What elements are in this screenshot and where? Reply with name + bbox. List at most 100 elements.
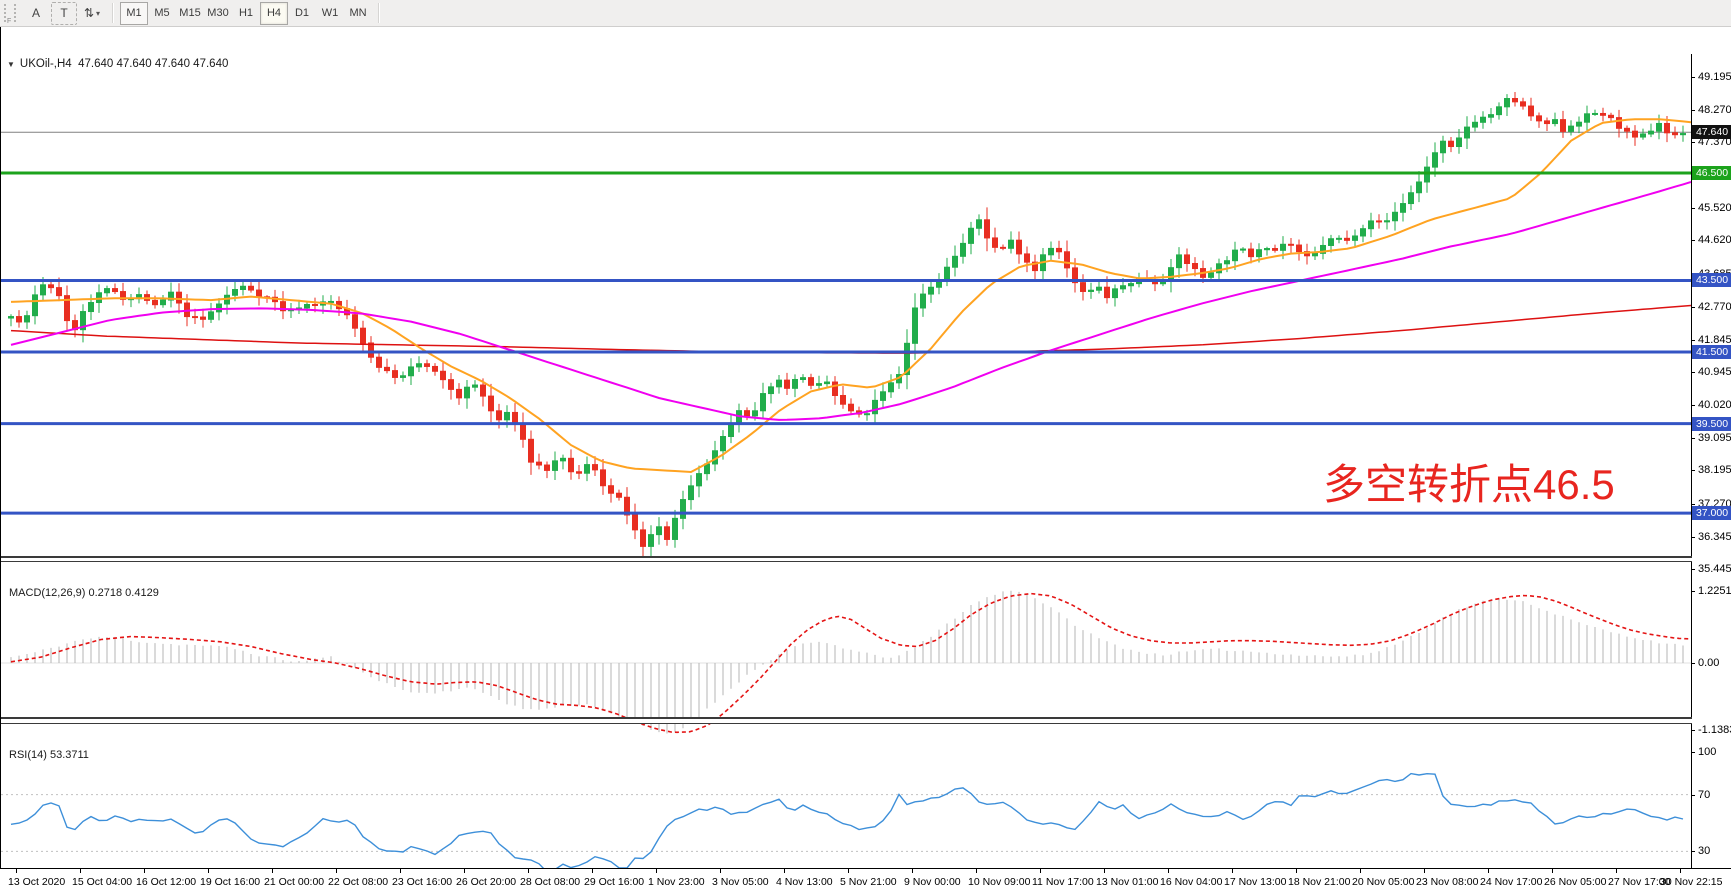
timeframe-button-m30[interactable]: M30: [204, 2, 232, 25]
rsi-value: 53.3711: [50, 749, 89, 761]
time-tick-label: 3 Nov 05:00: [712, 876, 769, 888]
axis-tick: [1691, 504, 1695, 505]
time-tick-label: 28 Oct 08:00: [520, 876, 580, 888]
macd-indicator-label: MACD(12,26,9) 0.2718 0.4129: [9, 587, 159, 599]
time-tick-label: 4 Nov 13:00: [776, 876, 833, 888]
time-tick-label: 18 Nov 21:00: [1288, 876, 1350, 888]
time-tick: [1296, 869, 1297, 873]
time-tick-label: 30 Nov 22:15: [1660, 876, 1722, 888]
cursor-tools-icon: ⇅: [84, 6, 94, 20]
axis-tick-label: 40.945: [1698, 366, 1731, 378]
toolbar-drag-handle-icon[interactable]: F: [4, 4, 16, 22]
timeframe-button-m1[interactable]: M1: [120, 2, 148, 25]
axis-tick: [1691, 851, 1695, 852]
axis-tick-label: 35.445: [1698, 563, 1731, 575]
axis-tick: [1691, 591, 1695, 592]
axis-tick-label: 41.845: [1698, 334, 1731, 346]
axis-tick: [1691, 307, 1695, 308]
time-tick: [1360, 869, 1361, 873]
axis-tick-label: 44.620: [1698, 234, 1731, 246]
axis-tick-label: 100: [1698, 746, 1716, 758]
axis-tick: [1691, 372, 1695, 373]
axis-tick-label: 39.095: [1698, 432, 1731, 444]
time-tick: [1104, 869, 1105, 873]
time-tick: [208, 869, 209, 873]
ohlc-quote-values: 47.640 47.640 47.640 47.640: [78, 58, 228, 70]
chart-area[interactable]: ▼UKOil-,H4 47.640 47.640 47.640 47.640 M…: [0, 27, 1731, 895]
axis-tick-label: 40.020: [1698, 399, 1731, 411]
text-tool-icon: T: [60, 6, 67, 20]
time-tick-label: 17 Nov 13:00: [1224, 876, 1286, 888]
font-tool-button[interactable]: A: [23, 2, 49, 25]
axis-tick: [1691, 752, 1695, 753]
axis-tick: [1691, 470, 1695, 471]
time-tick: [80, 869, 81, 873]
font-tool-icon: A: [32, 6, 40, 20]
axis-tick: [1691, 569, 1695, 570]
time-tick: [1552, 869, 1553, 873]
timeframe-button-m5[interactable]: M5: [148, 2, 176, 25]
axis-tick: [1691, 110, 1695, 111]
time-tick-label: 13 Nov 01:00: [1096, 876, 1158, 888]
time-tick: [656, 869, 657, 873]
time-tick: [1168, 869, 1169, 873]
price-level-badge: 47.640: [1692, 125, 1731, 139]
time-axis[interactable]: 13 Oct 202015 Oct 04:0016 Oct 12:0019 Oc…: [0, 868, 1731, 895]
time-tick-label: 13 Oct 2020: [8, 876, 65, 888]
axis-tick-label: 45.520: [1698, 202, 1731, 214]
axis-tick: [1691, 142, 1695, 143]
axis-tick: [1691, 438, 1695, 439]
time-tick-label: 16 Oct 12:00: [136, 876, 196, 888]
timeframe-button-group: M1M5M15M30H1H4D1W1MN: [120, 2, 372, 25]
time-tick: [272, 869, 273, 873]
time-tick: [784, 869, 785, 873]
time-tick: [400, 869, 401, 873]
price-axis-border: [1691, 54, 1692, 895]
time-tick-label: 10 Nov 09:00: [968, 876, 1030, 888]
text-tool-button[interactable]: T: [51, 2, 77, 25]
price-level-badge: 37.000: [1692, 506, 1731, 520]
time-tick-label: 20 Nov 05:00: [1352, 876, 1414, 888]
time-tick: [592, 869, 593, 873]
time-tick-label: 24 Nov 17:00: [1480, 876, 1542, 888]
panel-splitter[interactable]: [1, 717, 1692, 724]
time-tick: [1040, 869, 1041, 873]
toolbar-separator: [112, 3, 114, 23]
timeframe-button-h4[interactable]: H4: [260, 2, 288, 25]
axis-tick: [1691, 208, 1695, 209]
time-tick-label: 16 Nov 04:00: [1160, 876, 1222, 888]
axis-tick: [1691, 77, 1695, 78]
time-tick-label: 11 Nov 17:00: [1032, 876, 1094, 888]
timeframe-button-d1[interactable]: D1: [288, 2, 316, 25]
time-tick-label: 1 Nov 23:00: [648, 876, 705, 888]
dropdown-caret-icon: ▾: [96, 9, 100, 18]
price-level-badge: 41.500: [1692, 345, 1731, 359]
timeframe-button-h1[interactable]: H1: [232, 2, 260, 25]
time-tick: [1424, 869, 1425, 873]
time-tick-label: 23 Oct 16:00: [392, 876, 452, 888]
panel-splitter[interactable]: [1, 556, 1692, 562]
axis-tick: [1691, 795, 1695, 796]
axis-tick: [1691, 537, 1695, 538]
symbol-dropdown-caret-icon[interactable]: ▼: [7, 60, 15, 69]
timeframe-button-w1[interactable]: W1: [316, 2, 344, 25]
axis-tick-label: 48.270: [1698, 104, 1731, 116]
timeframe-button-mn[interactable]: MN: [344, 2, 372, 25]
macd-values: 0.2718 0.4129: [88, 587, 158, 599]
cursor-tools-button[interactable]: ⇅ ▾: [79, 2, 105, 25]
time-tick: [976, 869, 977, 873]
time-tick: [720, 869, 721, 873]
axis-tick-label: 38.195: [1698, 464, 1731, 476]
axis-tick: [1691, 730, 1695, 731]
time-tick: [16, 869, 17, 873]
time-tick-label: 21 Oct 00:00: [264, 876, 324, 888]
toolbar-separator: [378, 3, 380, 23]
axis-tick-label: 1.2251: [1698, 585, 1731, 597]
rsi-indicator-label: RSI(14) 53.3711: [9, 749, 89, 761]
timeframe-button-m15[interactable]: M15: [176, 2, 204, 25]
chart-annotation-text: 多空转折点46.5: [1323, 451, 1615, 512]
axis-tick: [1691, 663, 1695, 664]
axis-tick-label: 49.195: [1698, 71, 1731, 83]
price-level-badge: 39.500: [1692, 417, 1731, 431]
axis-tick-label: 30: [1698, 845, 1710, 857]
